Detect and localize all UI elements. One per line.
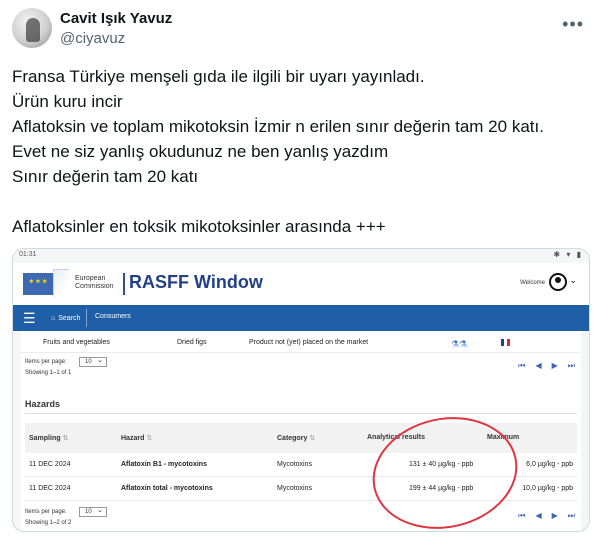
rasff-header: ✶✶✶ European Commission RASFF Window Wel… (13, 263, 589, 305)
ec-logo-shape (53, 269, 69, 297)
chevron-down-icon[interactable]: ⌄ (569, 275, 577, 286)
ec-logo-line2: Commission (75, 283, 114, 290)
tweet-text-line: Ürün kuru incir (12, 92, 123, 111)
first-page-icon[interactable]: ⏮ (518, 511, 525, 521)
notification-content: Fruits and vegetables Dried figs Product… (21, 331, 581, 531)
ec-logo-line1: European (75, 275, 106, 282)
items-per-page-label: Items per page: (25, 509, 67, 515)
lab-flask-icon: ⚗⚗ (451, 339, 468, 349)
tweet-text-line: Aflatoksinler en toksik mikotoksinler ar… (12, 217, 386, 236)
showing-count: Showing 1–1 of 1 (25, 370, 72, 376)
col-hazard[interactable]: Hazard ⇅ (121, 434, 152, 442)
pager-bottom: Items per page: 10 Showing 1–2 of 2 ⏮ ◀ … (21, 506, 581, 531)
table-row: 11 DEC 2024 Aflatoxin B1 - mycotoxins My… (25, 453, 577, 477)
col-analytical-results: Analytical results (367, 434, 425, 441)
cell-result: 199 ± 44 µg/kg - ppb (409, 485, 474, 492)
sort-icon: ⇅ (146, 435, 153, 442)
col-category[interactable]: Category ⇅ (277, 434, 315, 442)
hamburger-menu-icon[interactable]: ☰ (23, 311, 36, 325)
avatar[interactable] (12, 8, 52, 48)
home-icon: ⌂ (51, 314, 56, 322)
prev-page-icon[interactable]: ◀ (535, 511, 541, 521)
items-per-page-select[interactable]: 10 (79, 506, 107, 517)
cell-category: Mycotoxins (277, 485, 313, 492)
hazards-table: Sampling ⇅ Hazard ⇅ Category ⇅ Analytica… (25, 423, 577, 501)
pager-controls: ⏮ ◀ ▶ ⏭ (518, 511, 575, 521)
tweet-text-line: Fransa Türkiye menşeli gıda ile ilgili b… (12, 67, 425, 86)
showing-count: Showing 1–2 of 2 (25, 520, 72, 526)
col-maximum: Maximum (487, 434, 520, 441)
prev-page-icon[interactable]: ◀ (535, 361, 541, 371)
tweet-text-line: Aflatoksin ve toplam mikotoksin İzmir n … (12, 117, 544, 136)
nav-search[interactable]: ⌂ Search (51, 309, 88, 327)
more-horizontal-icon[interactable]: ••• (562, 14, 584, 35)
hazards-title: Hazards (25, 399, 61, 409)
nav-search-label: Search (58, 314, 81, 322)
status-icons: ✱ ▾ ▮ (553, 250, 583, 259)
product-name: Dried figs (177, 339, 207, 346)
items-per-page-label: Items per page: (25, 359, 67, 365)
next-page-icon[interactable]: ▶ (552, 511, 558, 521)
cell-hazard: Aflatoxin total - mycotoxins (121, 485, 213, 492)
product-row: Fruits and vegetables Dried figs Product… (21, 331, 581, 353)
tweet-text-line: Evet ne siz yanlış okudunuz ne ben yanlı… (12, 142, 389, 161)
tweet-text: Fransa Türkiye menşeli gıda ile ilgili b… (12, 64, 588, 239)
table-header: Sampling ⇅ Hazard ⇅ Category ⇅ Analytica… (25, 423, 577, 453)
first-page-icon[interactable]: ⏮ (518, 361, 525, 371)
nav-consumers[interactable]: Consumers (95, 313, 131, 320)
status-time: 01:31 (19, 251, 37, 258)
last-page-icon[interactable]: ⏭ (568, 361, 575, 371)
eu-flag-logo: ✶✶✶ (23, 273, 53, 295)
hazards-divider (25, 413, 577, 414)
ec-logo-text: European Commission (75, 275, 114, 291)
france-flag-icon (501, 339, 510, 346)
distribution-status: Product not (yet) placed on the market (249, 339, 369, 346)
tweet-text-line: Sınır değerin tam 20 katı (12, 167, 199, 186)
col-sampling-label: Sampling (29, 435, 61, 442)
cell-sampling: 11 DEC 2024 (29, 485, 71, 492)
main-navbar: ☰ ⌂ Search Consumers (13, 305, 589, 331)
tweet-media-image[interactable]: 01:31 ✱ ▾ ▮ ✶✶✶ European Commission RASF… (12, 248, 590, 532)
sort-icon: ⇅ (62, 435, 69, 442)
cell-category: Mycotoxins (277, 461, 313, 468)
display-name[interactable]: Cavit Işık Yavuz (60, 10, 172, 27)
app-title: RASFF Window (129, 272, 263, 292)
cell-result: 131 ± 40 µg/kg - ppb (409, 461, 474, 468)
eu-stars-icon: ✶✶✶ (27, 277, 49, 286)
col-category-label: Category (277, 435, 308, 442)
table-row: 11 DEC 2024 Aflatoxin total - mycotoxins… (25, 477, 577, 501)
sort-icon: ⇅ (309, 435, 316, 442)
avatar-figure (26, 18, 40, 42)
pager-top: Items per page: 10 Showing 1–1 of 1 ⏮ ◀ … (21, 356, 581, 381)
col-hazard-label: Hazard (121, 435, 145, 442)
col-sampling[interactable]: Sampling ⇅ (29, 434, 68, 442)
pager-controls: ⏮ ◀ ▶ ⏭ (518, 361, 575, 371)
tweet-header: Cavit Işık Yavuz @ciyavuz ••• (12, 8, 588, 56)
cell-hazard: Aflatoxin B1 - mycotoxins (121, 461, 207, 468)
last-page-icon[interactable]: ⏭ (568, 511, 575, 521)
user-account-icon[interactable] (549, 273, 567, 291)
welcome-text: Welcome (520, 280, 545, 286)
product-category: Fruits and vegetables (43, 339, 110, 346)
next-page-icon[interactable]: ▶ (552, 361, 558, 371)
cell-maximum: 6,0 µg/kg - ppb (526, 461, 573, 468)
phone-status-bar: 01:31 ✱ ▾ ▮ (13, 249, 589, 261)
user-handle[interactable]: @ciyavuz (60, 30, 125, 47)
items-per-page-select[interactable]: 10 (79, 356, 107, 367)
header-divider (123, 273, 125, 295)
cell-maximum: 10,0 µg/kg - ppb (522, 485, 573, 492)
cell-sampling: 11 DEC 2024 (29, 461, 71, 468)
tweet-text-blank-line (12, 189, 588, 214)
